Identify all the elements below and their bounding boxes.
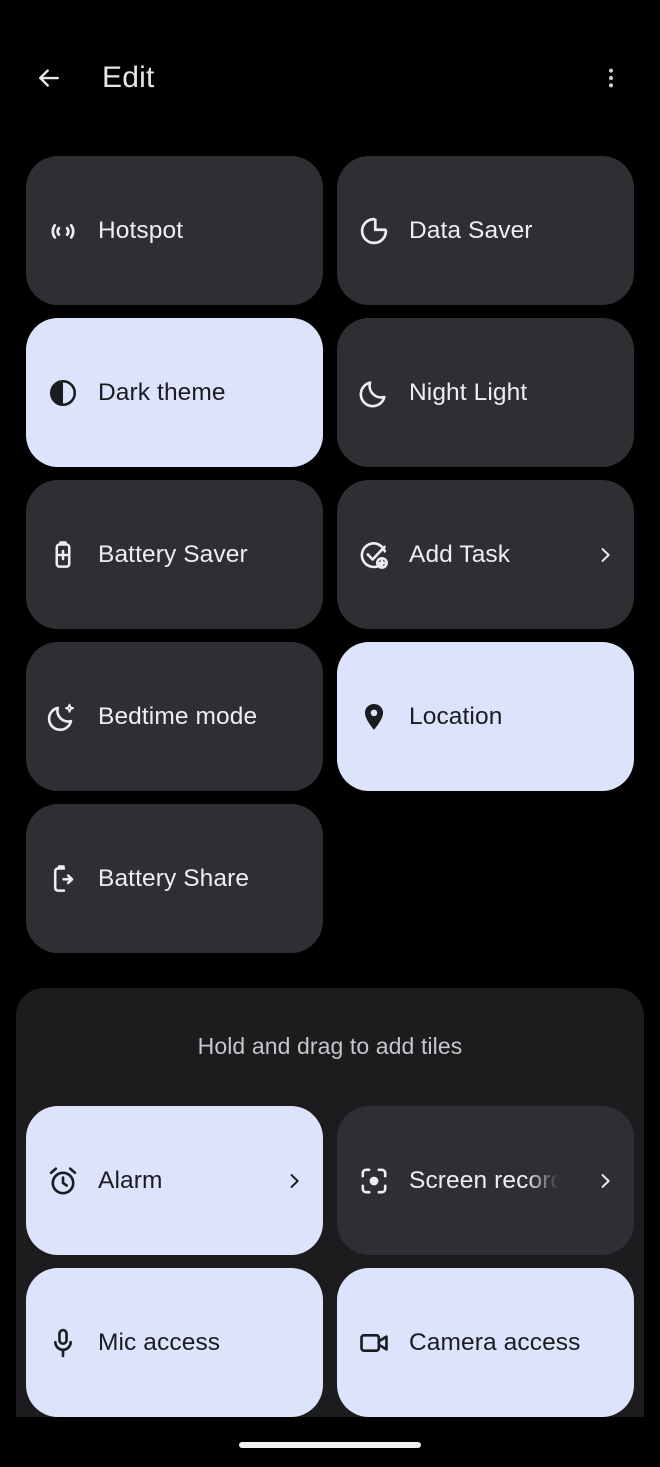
- more-vert-icon: [608, 68, 614, 87]
- dark-theme-icon: [46, 376, 80, 410]
- tile-label: Bedtime mode: [98, 702, 258, 730]
- tile-label: Screen record: [409, 1166, 559, 1194]
- tile-alarm[interactable]: Alarm: [26, 1106, 323, 1255]
- tile-label: Night Light: [409, 378, 528, 406]
- tile-screen-record[interactable]: Screen record: [337, 1106, 634, 1255]
- overflow-menu-button[interactable]: [588, 55, 634, 101]
- data-saver-icon: [357, 214, 391, 248]
- arrow-back-icon: [39, 68, 59, 87]
- tile-battery-saver[interactable]: Battery Saver: [26, 480, 323, 629]
- app-bar: Edit: [0, 0, 660, 155]
- tile-camera-access[interactable]: Camera access: [337, 1268, 634, 1417]
- tile-label: Alarm: [98, 1166, 163, 1194]
- battery-share-icon: [46, 862, 80, 896]
- location-pin-icon: [357, 700, 391, 734]
- tile-label: Camera access: [409, 1328, 581, 1356]
- night-light-icon: [357, 376, 391, 410]
- tile-mic-access[interactable]: Mic access: [26, 1268, 323, 1417]
- available-tiles-grid[interactable]: Alarm Screen record Mic access Camera acces…: [26, 1106, 634, 1458]
- tile-label: Hotspot: [98, 216, 184, 244]
- screen-record-icon: [357, 1164, 391, 1198]
- tile-label: Dark theme: [98, 378, 226, 406]
- battery-saver-icon: [46, 538, 80, 572]
- tile-label: Battery Share: [98, 864, 250, 892]
- mic-icon: [46, 1326, 80, 1360]
- back-button[interactable]: [26, 55, 72, 101]
- tile-dark-theme[interactable]: Dark theme: [26, 318, 323, 467]
- tile-add-task[interactable]: Add Task: [337, 480, 634, 629]
- hotspot-icon: [46, 214, 80, 248]
- add-task-icon: [357, 538, 391, 572]
- bedtime-icon: [46, 700, 80, 734]
- add-tiles-panel: Hold and drag to add tiles Alarm Screen r…: [16, 988, 644, 1458]
- tile-label: Location: [409, 702, 503, 730]
- gesture-nav-bar: [0, 1421, 660, 1467]
- tile-label: Mic access: [98, 1328, 221, 1356]
- alarm-icon: [46, 1164, 80, 1198]
- quick-settings-edit-screen: Hotspot Data Saver Dark theme Night Light Ba…: [0, 0, 660, 1467]
- page-title: Edit: [102, 60, 155, 94]
- tile-hotspot[interactable]: Hotspot: [26, 156, 323, 305]
- tile-label: Data Saver: [409, 216, 533, 244]
- home-gesture-pill[interactable]: [239, 1442, 421, 1448]
- tile-location[interactable]: Location: [337, 642, 634, 791]
- tile-battery-share[interactable]: Battery Share: [26, 804, 323, 953]
- tile-bedtime-mode[interactable]: Bedtime mode: [26, 642, 323, 791]
- camera-icon: [357, 1326, 391, 1360]
- tile-label: Add Task: [409, 540, 511, 568]
- tile-night-light[interactable]: Night Light: [337, 318, 634, 467]
- tile-label: Battery Saver: [98, 540, 248, 568]
- tile-data-saver[interactable]: Data Saver: [337, 156, 634, 305]
- scrollable-content[interactable]: Hotspot Data Saver Dark theme Night Light Ba…: [0, 0, 660, 1467]
- add-tiles-hint: Hold and drag to add tiles: [197, 1033, 463, 1059]
